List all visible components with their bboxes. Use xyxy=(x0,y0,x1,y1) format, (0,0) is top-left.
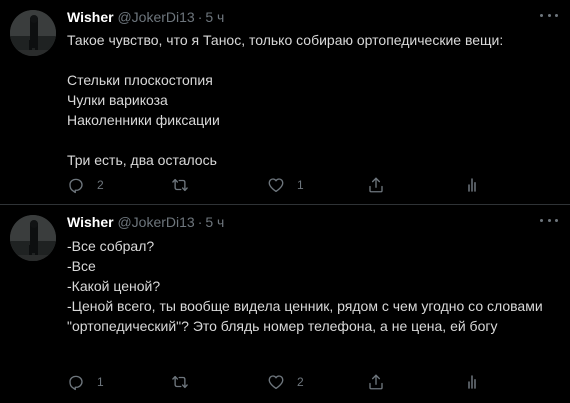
heart-icon xyxy=(268,178,284,193)
author-name[interactable]: Wisher xyxy=(67,214,114,230)
tweet-text-line: -Какой ценой? xyxy=(67,278,161,294)
analytics-button[interactable] xyxy=(463,176,481,194)
retweet-icon xyxy=(172,178,188,192)
tweet-actions: 2 1 xyxy=(67,176,497,194)
separator-dot: · xyxy=(197,214,203,230)
tweet-text: Такое чувство, что я Танос, только собир… xyxy=(67,30,556,170)
reply-button[interactable]: 1 xyxy=(67,373,104,391)
like-button[interactable]: 2 xyxy=(267,373,304,391)
share-icon xyxy=(369,177,383,193)
reply-count: 1 xyxy=(97,375,104,389)
reply-icon xyxy=(69,375,83,391)
tweet-text-line: Стельки плоскостопия xyxy=(67,72,213,88)
more-horizontal-icon[interactable] xyxy=(540,12,558,18)
tweet-text-line: -Все xyxy=(67,258,96,274)
tweet[interactable]: Wisher @JokerDi13 · 5 ч Такое чувство, что… xyxy=(0,0,570,204)
avatar[interactable] xyxy=(10,215,56,261)
heart-icon xyxy=(268,375,284,390)
analytics-icon xyxy=(468,375,476,389)
tweet-timestamp[interactable]: 5 ч xyxy=(205,214,224,230)
author-name[interactable]: Wisher xyxy=(67,9,114,25)
tweet-text-line xyxy=(67,50,556,70)
analytics-icon xyxy=(468,178,476,192)
like-count: 1 xyxy=(297,178,304,192)
tweet-text-line: -Все собрал? xyxy=(67,238,155,254)
share-button[interactable] xyxy=(367,373,385,391)
retweet-button[interactable] xyxy=(171,176,201,194)
analytics-button[interactable] xyxy=(463,373,481,391)
avatar[interactable] xyxy=(10,10,56,56)
author-handle[interactable]: @JokerDi13 xyxy=(117,9,194,25)
more-horizontal-icon[interactable] xyxy=(540,217,558,223)
reply-icon xyxy=(69,178,83,194)
tweet-text-line xyxy=(67,130,556,150)
tweet[interactable]: Wisher @JokerDi13 · 5 ч -Все собрал? -Все … xyxy=(0,205,570,403)
share-button[interactable] xyxy=(367,176,385,194)
like-count: 2 xyxy=(297,375,304,389)
reply-count: 2 xyxy=(97,178,104,192)
retweet-icon xyxy=(172,375,188,389)
tweet-text-line: Наколенники фиксации xyxy=(67,112,220,128)
author-handle[interactable]: @JokerDi13 xyxy=(117,214,194,230)
tweet-text-line: Такое чувство, что я Танос, только собир… xyxy=(67,32,504,48)
tweet-text-line: -Ценой всего, ты вообще видела ценник, р… xyxy=(67,298,547,334)
tweet-text-line: Три есть, два осталось xyxy=(67,152,217,168)
tweet-header: Wisher @JokerDi13 · 5 ч xyxy=(67,212,224,232)
tweet-actions: 1 2 xyxy=(67,373,497,391)
share-icon xyxy=(369,374,383,390)
retweet-button[interactable] xyxy=(171,373,201,391)
reply-button[interactable]: 2 xyxy=(67,176,104,194)
tweet-timestamp[interactable]: 5 ч xyxy=(205,9,224,25)
separator-dot: · xyxy=(197,9,203,25)
tweet-text: -Все собрал? -Все -Какой ценой? -Ценой в… xyxy=(67,236,556,336)
tweet-text-line: Чулки варикоза xyxy=(67,92,168,108)
like-button[interactable]: 1 xyxy=(267,176,304,194)
tweet-header: Wisher @JokerDi13 · 5 ч xyxy=(67,7,224,27)
